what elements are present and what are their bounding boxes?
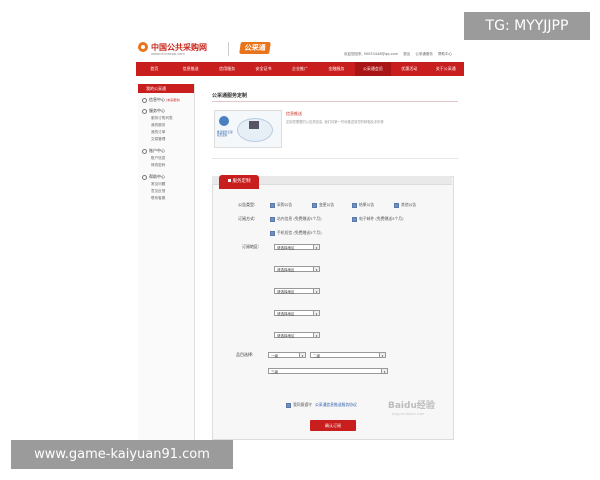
checkbox-result[interactable]: 结果公告 <box>352 202 374 208</box>
nav-finance[interactable]: 金融服务 <box>318 62 354 76</box>
chevron-down-icon: ▾ <box>381 369 387 374</box>
checkbox-icon <box>352 216 357 222</box>
checkbox-icon <box>270 230 275 236</box>
push-service-illustration: 推送服务实现每天更新 <box>214 110 282 148</box>
gift-icon <box>227 179 231 182</box>
sidebar-item-service-list[interactable]: 服务订购列表 <box>151 116 173 121</box>
sidebar-item-feedback[interactable]: 意见反馈 <box>151 189 165 194</box>
checkbox-other[interactable]: 其他公告 <box>394 202 416 208</box>
checkbox-icon <box>270 202 275 208</box>
region-label: 订阅地区: <box>242 244 260 249</box>
chevron-down-icon: ▾ <box>313 311 319 316</box>
sidebar-item-my-service[interactable]: 我的服务 <box>151 123 165 128</box>
logout-link[interactable]: 退出 <box>403 52 410 56</box>
category-select-level3[interactable]: 三级 ▾ <box>268 368 388 374</box>
checkbox-email[interactable]: 电子邮件 (免费赠送5个月) <box>352 216 404 222</box>
content-divider <box>212 158 458 159</box>
type-label: 公告类型: <box>238 202 256 207</box>
sidebar-item-my-orders[interactable]: 我的订单 <box>151 130 165 135</box>
tg-overlay-tag: TG: MYYJJPP <box>464 12 590 40</box>
checkbox-sms[interactable]: 手机短信 (免费赠送5个月) <box>270 230 322 236</box>
checkbox-change[interactable]: 变更公告 <box>312 202 334 208</box>
checkbox-icon <box>352 202 357 208</box>
chevron-down-icon: ▾ <box>379 353 385 358</box>
welcome-text: 欢迎您回来, 50053448@qq.com <box>344 52 399 56</box>
baidu-watermark: Baidu经验 <box>388 401 435 411</box>
region-select-3[interactable]: 请选择地区 ▾ <box>274 288 320 294</box>
computer-icon <box>249 121 259 129</box>
chevron-down-icon: ▾ <box>313 267 319 272</box>
sidebar-item-contact[interactable]: 联系客服 <box>151 196 165 201</box>
nav-discounts[interactable]: 优惠活动 <box>391 62 427 76</box>
globe-icon <box>219 116 229 126</box>
top-links: 欢迎您回来, 50053448@qq.com 退出 公采通服务 帮助中心 <box>340 52 452 57</box>
page-title: 公采通服务定制 <box>212 93 248 99</box>
checkbox-purchase[interactable]: 采购公告 <box>270 202 292 208</box>
info-description: 定制您需要的公告类信息, 我们将第一时间推送到您的邮箱及手机等 <box>286 120 384 124</box>
sidebar-item-account-info[interactable]: 账户信息 <box>151 156 165 161</box>
nav-info-push[interactable]: 信息推送 <box>172 62 208 76</box>
brand-logo[interactable]: 公采通 <box>239 42 271 54</box>
header-divider <box>228 42 229 56</box>
sidebar-item-transactions[interactable]: 交易管理 <box>151 137 165 142</box>
sidebar-group-help[interactable]: 帮助中心 <box>142 174 165 180</box>
method-label: 订阅方式: <box>238 216 256 221</box>
help-link[interactable]: 帮助中心 <box>438 52 452 56</box>
sidebar-item-faq[interactable]: 常见问题 <box>151 182 165 187</box>
nav-membership[interactable]: 公采通会员 <box>354 62 392 76</box>
confirm-subscribe-button[interactable]: 确认订阅 <box>310 420 356 431</box>
agreement-link[interactable]: 公采通信息推送服务协议 <box>315 402 357 407</box>
site-logo-icon <box>138 42 148 52</box>
account-icon <box>142 148 147 154</box>
chevron-down-icon: ▾ <box>313 245 319 250</box>
help-icon <box>142 174 147 180</box>
sidebar-title: 我的公采通 <box>138 84 194 93</box>
service-icon <box>142 108 147 114</box>
site-url: www.chinacpp.com <box>151 52 185 56</box>
info-title: 信息推送 <box>286 111 302 116</box>
section-label: 服务定制 <box>219 175 259 189</box>
nav-home[interactable]: 首页 <box>136 62 172 76</box>
agreement-row[interactable]: 我同意遵守 公采通信息推送服务协议 <box>286 402 357 408</box>
chevron-down-icon: ▾ <box>313 289 319 294</box>
illustration-caption: 推送服务实现每天更新 <box>217 131 233 138</box>
nav-promotion[interactable]: 企业推广 <box>282 62 318 76</box>
baidu-watermark-url: jingyan.baidu.com <box>392 412 425 416</box>
category-select-level2[interactable]: 二级 ▾ <box>310 352 386 358</box>
nav-certificate[interactable]: 安全证书 <box>245 62 281 76</box>
chevron-down-icon: ▾ <box>299 353 305 358</box>
service-link[interactable]: 公采通服务 <box>415 52 433 56</box>
title-divider <box>212 101 458 102</box>
region-select-4[interactable]: 请选择地区 ▾ <box>274 310 320 316</box>
url-overlay-banner: www.game-kaiyuan91.com <box>11 440 233 469</box>
category-select-level1[interactable]: 一级 ▾ <box>268 352 306 358</box>
checkbox-icon <box>270 216 275 222</box>
chevron-down-icon: ▾ <box>313 333 319 338</box>
checkbox-icon[interactable] <box>286 402 291 408</box>
sidebar-item-change-password[interactable]: 修改密码 <box>151 163 165 168</box>
sidebar-group-service[interactable]: 服务中心 <box>142 108 165 114</box>
region-select-1[interactable]: 请选择地区 ▾ <box>274 244 320 250</box>
category-label: 品目选择: <box>236 352 254 357</box>
checkbox-site-message[interactable]: 站内信息 (免费赠送5个月) <box>270 216 322 222</box>
checkbox-icon <box>394 202 399 208</box>
sidebar-group-account[interactable]: 账户中心 <box>142 148 165 154</box>
nav-about[interactable]: 关于公采通 <box>428 62 464 76</box>
region-select-5[interactable]: 请选择地区 ▾ <box>274 332 320 338</box>
info-icon <box>142 97 147 103</box>
region-select-2[interactable]: 请选择地区 ▾ <box>274 266 320 272</box>
checkbox-icon <box>312 202 317 208</box>
sidebar-group-info[interactable]: 信息中心(未来服务) <box>142 97 180 103</box>
main-nav: 首页 信息推送 信用服务 安全证书 企业推广 金融服务 公采通会员 优惠活动 关… <box>136 62 464 76</box>
nav-credit[interactable]: 信用服务 <box>209 62 245 76</box>
sidebar <box>138 84 195 440</box>
